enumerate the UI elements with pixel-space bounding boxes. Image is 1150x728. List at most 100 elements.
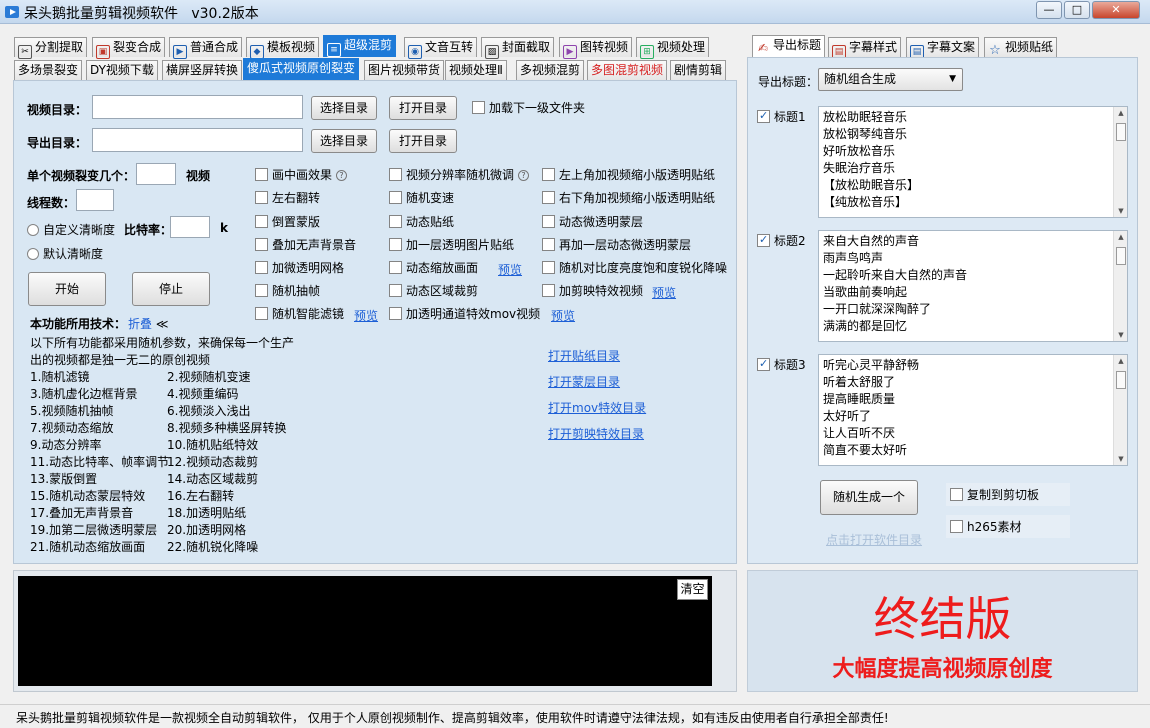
tab-export-title[interactable]: ✍ 导出标题	[752, 35, 826, 57]
scroll-up-icon[interactable]: ▲	[1114, 233, 1127, 241]
tab-subtitle-text[interactable]: ▤ 字幕文案	[906, 37, 980, 59]
clear-log-button[interactable]: 清空	[677, 579, 708, 600]
tab-cover-capture[interactable]: ▨ 封面截取	[481, 37, 555, 59]
threads-input[interactable]	[76, 189, 114, 211]
preview-zoom-link[interactable]: 预览	[498, 261, 522, 278]
subtab-orientation-convert[interactable]: 横屏竖屏转换	[162, 60, 243, 80]
preview-mov-link[interactable]: 预览	[551, 307, 575, 324]
generate-title-button[interactable]: 随机生成一个	[820, 480, 918, 515]
custom-clarity-radio[interactable]: 自定义清晰度	[27, 221, 115, 238]
tab-video-sticker[interactable]: ☆ 视频贴纸	[984, 37, 1058, 57]
open-capcut-dir-link[interactable]: 打开剪映特效目录	[548, 425, 644, 442]
title-mode-select[interactable]: 随机组合生成 ▼	[818, 68, 963, 91]
feature-item: 12.视频动态裁剪	[167, 455, 259, 469]
h265-checkbox[interactable]: h265素材	[950, 520, 1022, 534]
open-export-dir-button[interactable]: 打开目录	[389, 129, 457, 153]
scroll-up-icon[interactable]: ▲	[1114, 109, 1127, 117]
option-invert-mask[interactable]: 倒置蒙版	[255, 215, 320, 229]
title2-textarea[interactable]: 来自大自然的声音 雨声鸟鸣声 一起聆听来自大自然的声音 当歌曲前奏响起 一开口就…	[818, 230, 1128, 342]
subtab-multi-image-mix[interactable]: 多图混剪视频	[587, 60, 668, 80]
option-dynamic-mask[interactable]: 动态微透明蒙层	[542, 215, 643, 229]
option-mov-alpha-effect[interactable]: 加透明通道特效mov视频	[389, 307, 540, 321]
subtab-original-fission[interactable]: 傻瓜式视频原创裂变	[243, 58, 360, 80]
per-video-unit: 视频	[186, 169, 211, 183]
stop-button[interactable]: 停止	[132, 272, 210, 306]
preview-filter-link[interactable]: 预览	[354, 307, 378, 324]
per-video-count-input[interactable]	[136, 163, 176, 185]
video-process-icon: ⊞	[640, 45, 654, 59]
window-title: 呆头鹅批量剪辑视频软件 v30.2版本	[24, 6, 259, 22]
title1-checkbox[interactable]: 标题1	[757, 109, 806, 124]
export-dir-input[interactable]	[92, 128, 303, 152]
option-dynamic-sticker[interactable]: 动态贴纸	[389, 215, 454, 229]
option-silent-bgm[interactable]: 叠加无声背景音	[255, 238, 356, 252]
title1-textarea[interactable]: 放松助眠轻音乐 放松钢琴纯音乐 好听放松音乐 失眠治疗音乐 【放松助眠音乐】 【…	[818, 106, 1128, 218]
select-video-dir-button[interactable]: 选择目录	[311, 96, 377, 120]
load-subfolder-checkbox[interactable]: 加载下一级文件夹	[472, 101, 585, 115]
subtab-dy-download[interactable]: DY视频下载	[86, 60, 158, 80]
tab-video-process[interactable]: ⊞ 视频处理	[636, 37, 710, 59]
subtab-video-process-2[interactable]: 视频处理Ⅱ	[445, 60, 507, 80]
option-top-left-mini-sticker[interactable]: 左上角加视频缩小版透明贴纸	[542, 168, 715, 182]
title2-checkbox[interactable]: 标题2	[757, 233, 806, 248]
minimize-button[interactable]: —	[1036, 1, 1062, 19]
option-transparent-image-sticker[interactable]: 加一层透明图片贴纸	[389, 238, 514, 252]
feature-item: 7.视频动态缩放	[30, 421, 114, 435]
tab-subtitle-style[interactable]: ▤ 字幕样式	[828, 37, 902, 59]
help-icon[interactable]: ?	[518, 170, 530, 181]
merge-icon: ▣	[96, 45, 110, 59]
title3-scrollbar[interactable]: ▲ ▼	[1113, 355, 1127, 465]
preview-capcut-link[interactable]: 预览	[652, 284, 676, 301]
title-line: 简直不要太好听	[823, 443, 908, 457]
option-dynamic-crop[interactable]: 动态区域裁剪	[389, 284, 478, 298]
log-console[interactable]	[18, 576, 712, 686]
tab-split-extract[interactable]: ✂ 分割提取	[14, 37, 88, 59]
scroll-down-icon[interactable]: ▼	[1114, 331, 1127, 339]
video-dir-input[interactable]	[92, 95, 303, 119]
open-mov-dir-link[interactable]: 打开mov特效目录	[548, 399, 646, 416]
title3-checkbox[interactable]: 标题3	[757, 357, 806, 372]
open-mask-dir-link[interactable]: 打开蒙层目录	[548, 373, 620, 390]
select-export-dir-button[interactable]: 选择目录	[311, 129, 377, 153]
option-bottom-right-mini-sticker[interactable]: 右下角加视频缩小版透明贴纸	[542, 191, 715, 205]
bitrate-input[interactable]	[170, 216, 210, 238]
option-second-dynamic-mask[interactable]: 再加一层动态微透明蒙层	[542, 238, 691, 252]
option-transparent-grid[interactable]: 加微透明网格	[255, 261, 344, 275]
option-picture-in-picture[interactable]: 画中画效果?	[255, 168, 348, 182]
option-random-frame-drop[interactable]: 随机抽帧	[255, 284, 320, 298]
subtab-multi-video-mix[interactable]: 多视频混剪	[516, 60, 585, 80]
option-random-color-adjust[interactable]: 随机对比度亮度饱和度锐化降噪	[542, 261, 727, 275]
fold-link[interactable]: 折叠 ≪	[128, 315, 168, 332]
tab-template-video[interactable]: ◆ 模板视频	[246, 37, 320, 59]
scroll-down-icon[interactable]: ▼	[1114, 207, 1127, 215]
open-video-dir-button[interactable]: 打开目录	[389, 96, 457, 120]
title3-textarea[interactable]: 听完心灵平静舒畅 听着太舒服了 提高睡眠质量 太好听了 让人百听不厌 简直不要太…	[818, 354, 1128, 466]
tab-text-audio[interactable]: ◉ 文音互转	[404, 37, 478, 59]
option-flip-horizontal[interactable]: 左右翻转	[255, 191, 320, 205]
tab-normal-merge[interactable]: ▶ 普通合成	[169, 37, 243, 59]
option-dynamic-zoom[interactable]: 动态缩放画面	[389, 261, 478, 275]
scroll-down-icon[interactable]: ▼	[1114, 455, 1127, 463]
tab-super-mix[interactable]: ≡ 超级混剪	[323, 35, 397, 57]
default-clarity-radio[interactable]: 默认清晰度	[27, 245, 103, 262]
option-smart-filter[interactable]: 随机智能滤镜	[255, 307, 344, 321]
tab-image-to-video[interactable]: ▶ 图转视频	[559, 37, 633, 59]
subtab-plot-edit[interactable]: 剧情剪辑	[670, 60, 727, 80]
option-resolution-tweak[interactable]: 视频分辨率随机微调?	[389, 168, 530, 182]
subtab-multi-scene[interactable]: 多场景裂变	[14, 60, 83, 80]
title2-scrollbar[interactable]: ▲ ▼	[1113, 231, 1127, 341]
start-button[interactable]: 开始	[28, 272, 106, 306]
close-button[interactable]: ✕	[1092, 1, 1140, 19]
scroll-up-icon[interactable]: ▲	[1114, 357, 1127, 365]
waveform-icon: ≡	[327, 43, 341, 57]
subtab-image-video-sales[interactable]: 图片视频带货	[364, 60, 445, 80]
title1-scrollbar[interactable]: ▲ ▼	[1113, 107, 1127, 217]
copy-clipboard-checkbox[interactable]: 复制到剪切板	[950, 488, 1039, 502]
option-capcut-effect[interactable]: 加剪映特效视频	[542, 284, 643, 298]
maximize-button[interactable]: □	[1064, 1, 1090, 19]
open-software-dir-link[interactable]: 点击打开软件目录	[826, 531, 922, 548]
open-sticker-dir-link[interactable]: 打开贴纸目录	[548, 347, 620, 364]
tab-fission-merge[interactable]: ▣ 裂变合成	[92, 37, 166, 59]
option-random-speed[interactable]: 随机变速	[389, 191, 454, 205]
help-icon[interactable]: ?	[336, 170, 348, 181]
